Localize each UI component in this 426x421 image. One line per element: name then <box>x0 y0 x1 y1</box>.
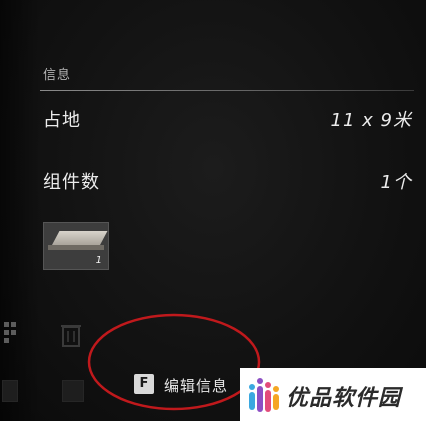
faded-slot-middle <box>62 380 84 402</box>
footprint-label: 占地 <box>43 110 81 131</box>
grid-icon <box>4 322 18 344</box>
footprint-value: 11 x 9米 <box>330 110 412 131</box>
component-thumbnail[interactable]: 1 <box>43 222 109 270</box>
trash-icon <box>61 325 81 347</box>
red-annotation-circle <box>87 313 261 411</box>
watermark-text: 优品软件园 <box>286 386 402 411</box>
info-section-title: 信息 <box>43 68 72 83</box>
component-count-value: 1个 <box>380 172 412 193</box>
component-count-label: 组件数 <box>43 172 100 193</box>
wood-plank-icon <box>48 245 104 250</box>
component-quantity: 1 <box>95 255 102 266</box>
section-divider <box>40 90 414 91</box>
wood-plank-top <box>52 231 108 245</box>
edit-info-label[interactable]: 编辑信息 <box>164 375 228 396</box>
faded-slot-left <box>2 380 18 402</box>
info-screen: 信息 占地 11 x 9米 组件数 1个 1 F 编辑信息 优品软件园 <box>0 0 426 421</box>
watermark-logo-icon <box>249 378 279 412</box>
left-edge-shadow <box>0 0 40 421</box>
edit-key-badge[interactable]: F <box>134 374 154 394</box>
watermark: 优品软件园 <box>240 368 426 421</box>
